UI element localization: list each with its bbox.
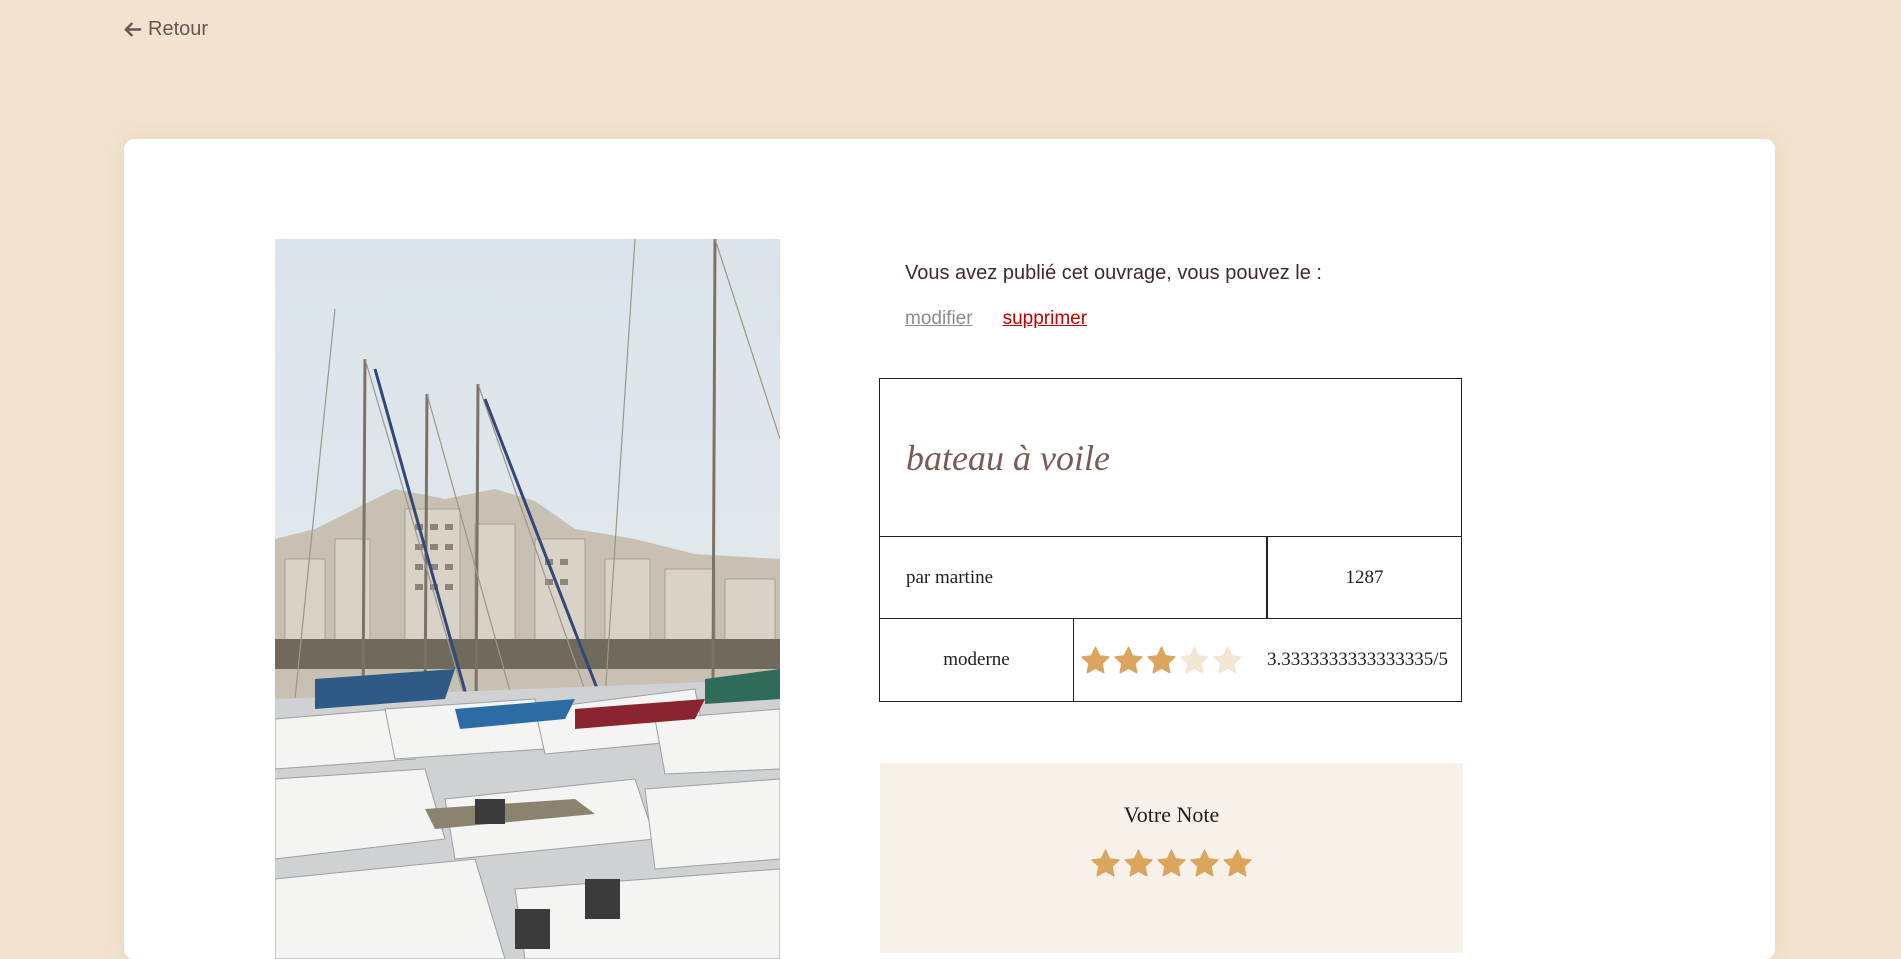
star-icon[interactable] — [1090, 848, 1121, 879]
owner-actions: modifier supprimer — [905, 308, 1087, 330]
back-label: Retour — [148, 18, 209, 40]
owner-message: Vous avez publié cet ouvrage, vous pouve… — [905, 262, 1322, 284]
star-icon — [1114, 646, 1143, 673]
star-icon — [1147, 646, 1176, 673]
average-rating-stars — [1080, 645, 1243, 676]
vote-stars — [880, 848, 1463, 879]
edit-link[interactable]: modifier — [905, 308, 973, 330]
star-icon — [1213, 646, 1242, 673]
artwork-author: par martine — [880, 537, 1268, 618]
star-icon[interactable] — [1156, 848, 1187, 879]
rating-value: 3.3333333333333335/5 — [1267, 649, 1449, 670]
artwork-rating: 3.3333333333333335/5 — [1074, 619, 1461, 701]
artwork-views: 1287 — [1345, 566, 1384, 588]
artwork-image — [275, 239, 780, 959]
star-icon — [1081, 646, 1110, 673]
details-row: moderne 3.3333333333333335/5 — [880, 618, 1461, 701]
artwork-title: bateau à voile — [906, 437, 1110, 478]
artwork-style: moderne — [880, 619, 1074, 701]
back-link[interactable]: Retour — [123, 18, 208, 41]
star-icon[interactable] — [1189, 848, 1220, 879]
delete-link[interactable]: supprimer — [1003, 308, 1087, 330]
artwork-info-table: bateau à voile par martine 1287 moderne … — [879, 378, 1462, 702]
author-row: par martine 1287 — [880, 536, 1461, 618]
star-icon — [1180, 646, 1209, 673]
user-vote-box: Votre Note — [880, 763, 1463, 953]
star-icon[interactable] — [1123, 848, 1154, 879]
arrow-left-icon — [124, 22, 142, 37]
vote-title: Votre Note — [1123, 802, 1220, 827]
title-row: bateau à voile — [880, 379, 1461, 536]
star-icon[interactable] — [1222, 848, 1253, 879]
